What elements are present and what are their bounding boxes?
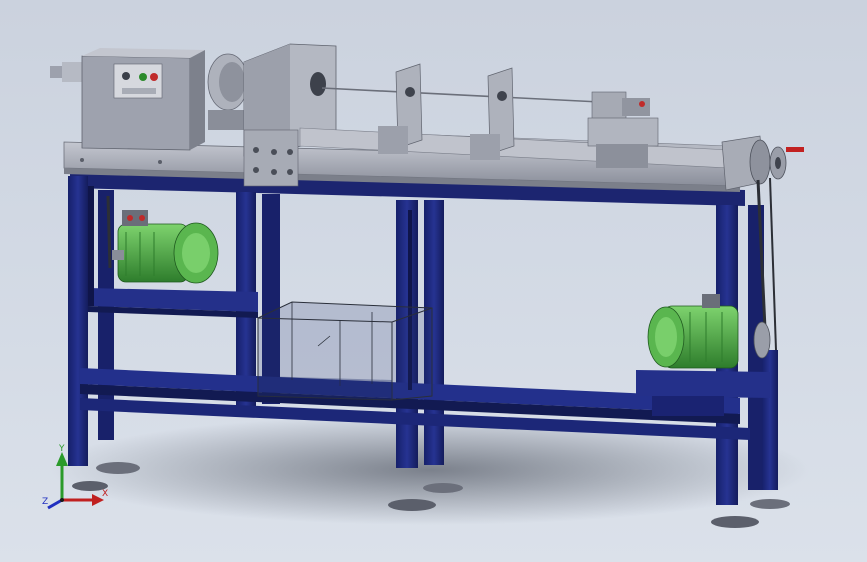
cad-viewport[interactable]: Y X Z xyxy=(0,0,867,562)
stop-button[interactable] xyxy=(150,73,158,81)
triad-x-label: X xyxy=(102,489,108,499)
steady-rest-2[interactable] xyxy=(470,67,515,160)
selector-knob[interactable] xyxy=(122,72,130,80)
machine-assembly-model[interactable]: Y X Z xyxy=(0,0,867,562)
electrolyte-tank[interactable] xyxy=(257,301,433,401)
triad-y-label: Y xyxy=(58,444,65,454)
spindle-bore-icon xyxy=(310,72,326,96)
end-pulley-assembly[interactable] xyxy=(721,135,804,191)
triad-z-label: Z xyxy=(42,497,48,507)
headstock-gearbox[interactable] xyxy=(50,48,205,151)
start-button[interactable] xyxy=(139,73,147,81)
steady-rest-1[interactable] xyxy=(378,63,423,154)
drive-coupling xyxy=(207,53,249,130)
tailstock[interactable] xyxy=(587,91,659,168)
workpiece-wire xyxy=(321,87,601,103)
handle-red[interactable] xyxy=(786,147,804,152)
motor-left[interactable] xyxy=(112,210,219,284)
